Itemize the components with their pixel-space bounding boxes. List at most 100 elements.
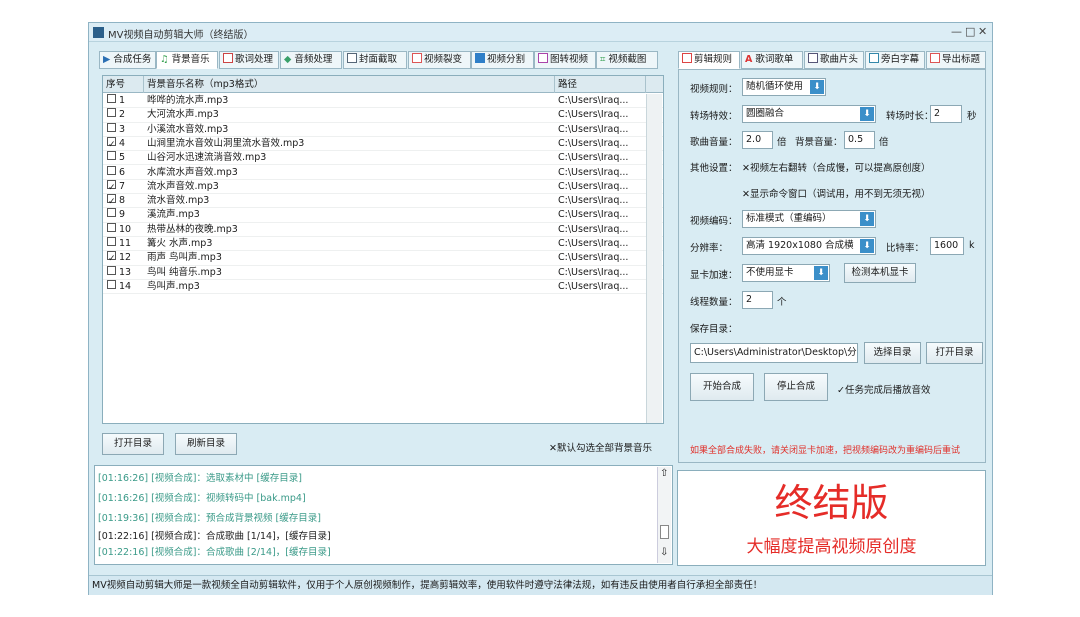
refresh-dir-button[interactable]: 刷新目录	[175, 433, 237, 455]
choose-dir-button[interactable]: 选择目录	[864, 342, 921, 364]
app-window: MV视频自动剪辑大师（终结版） — □ ✕ ▶ 合成任务 ♫ 背景音乐 歌词处理…	[88, 22, 993, 595]
row-checkbox[interactable]: ✓	[107, 251, 116, 264]
tab-fission[interactable]: 视频裂变	[408, 51, 471, 69]
table-row[interactable]: 11 篝火 水声.mp3 C:\Users\Iraq...	[103, 237, 663, 252]
gpu-label: 显卡加速：	[690, 270, 738, 281]
lyrics-icon	[223, 53, 233, 63]
table-row[interactable]: ✓ 12 雨声 鸟叫声.mp3 C:\Users\Iraq...	[103, 251, 663, 266]
close-button[interactable]: ✕	[978, 25, 987, 38]
table-header: 序号 背景音乐名称（mp3格式） 路径	[103, 76, 663, 93]
row-path: C:\Users\Iraq...	[558, 223, 629, 235]
table-row[interactable]: 5 山谷河水迅速流淌音效.mp3 C:\Users\Iraq...	[103, 151, 663, 166]
table-row[interactable]: 1 哗哗的流水声.mp3 C:\Users\Iraq...	[103, 94, 663, 109]
table-row[interactable]: ✓ 7 流水声音效.mp3 C:\Users\Iraq...	[103, 179, 663, 195]
song-volume-input[interactable]: 2.0	[742, 131, 773, 149]
row-name: 大河流水声.mp3	[147, 109, 219, 121]
resolution-select[interactable]: 高清 1920x1080 合成横 ⬇	[742, 237, 876, 255]
transition-label: 转场特效：	[690, 111, 738, 122]
tab-lyrics-list[interactable]: A 歌词歌单	[741, 51, 803, 69]
app-icon	[93, 27, 104, 38]
tab-screenshot[interactable]: ⌗ 视频截图	[596, 51, 658, 69]
dropdown-arrow-icon[interactable]: ⬇	[810, 80, 824, 94]
header-index[interactable]: 序号	[103, 76, 144, 93]
tab-split[interactable]: 视频分割	[471, 51, 534, 69]
table-row[interactable]: 6 水库流水声音效.mp3 C:\Users\Iraq...	[103, 165, 663, 180]
log-scrollbar[interactable]: ⇧ ⇩	[657, 467, 671, 563]
rules-icon	[682, 53, 692, 63]
header-name[interactable]: 背景音乐名称（mp3格式）	[144, 76, 555, 93]
tab-song-intro[interactable]: 歌曲片头	[804, 51, 864, 69]
row-checkbox[interactable]	[107, 108, 116, 118]
rule-select[interactable]: 随机循环使用 ⬇	[742, 78, 826, 96]
table-row[interactable]: 2 大河流水声.mp3 C:\Users\Iraq...	[103, 108, 663, 123]
stop-compose-button[interactable]: 停止合成	[764, 373, 828, 401]
table-row[interactable]: ✓ 4 山涧里流水音效山洞里流水音效.mp3 C:\Users\Iraq...	[103, 136, 663, 152]
table-row[interactable]: 3 小溪流水音效.mp3 C:\Users\Iraq...	[103, 122, 663, 137]
transition-duration-input[interactable]: 2	[930, 105, 962, 123]
maximize-button[interactable]: □	[965, 25, 975, 38]
dropdown-arrow-icon[interactable]: ⬇	[814, 266, 828, 280]
row-checkbox[interactable]	[107, 279, 116, 289]
table-row[interactable]: 10 热带丛林的夜晚.mp3 C:\Users\Iraq...	[103, 222, 663, 237]
row-checkbox[interactable]: ✓	[107, 194, 116, 207]
table-row[interactable]: 9 溪流声.mp3 C:\Users\Iraq...	[103, 208, 663, 223]
row-index: 12	[119, 252, 132, 264]
scroll-thumb[interactable]	[660, 525, 669, 539]
gpu-select[interactable]: 不使用显卡 ⬇	[742, 264, 830, 282]
header-path[interactable]: 路径	[555, 76, 646, 93]
tab-export-title[interactable]: 导出标题	[926, 51, 986, 69]
scroll-down-icon[interactable]: ⇩	[660, 547, 668, 558]
table-row[interactable]: 13 鸟叫 纯音乐.mp3 C:\Users\Iraq...	[103, 265, 663, 280]
codec-select[interactable]: 标准模式（重编码） ⬇	[742, 210, 876, 228]
tab-audio[interactable]: ◆ 音频处理	[280, 51, 342, 69]
tab-narration[interactable]: 旁白字幕	[865, 51, 925, 69]
row-checkbox[interactable]: ✓	[107, 136, 116, 150]
row-checkbox[interactable]	[107, 151, 116, 161]
scroll-up-icon[interactable]: ⇧	[660, 468, 668, 479]
row-checkbox[interactable]: ✓	[107, 179, 116, 193]
tab-label: 合成任务	[113, 54, 152, 65]
row-path: C:\Users\Iraq...	[558, 109, 629, 121]
table-row[interactable]: 14 鸟叫声.mp3 C:\Users\Iraq...	[103, 279, 663, 295]
row-checkbox[interactable]	[107, 265, 116, 275]
tab-image-to-video[interactable]: 图转视频	[534, 51, 596, 69]
tab-compose-task[interactable]: ▶ 合成任务	[99, 51, 156, 69]
dropdown-arrow-icon[interactable]: ⬇	[860, 212, 874, 226]
tab-bgm[interactable]: ♫ 背景音乐	[156, 51, 218, 69]
bitrate-input[interactable]: 1600	[930, 237, 964, 255]
start-compose-button[interactable]: 开始合成	[690, 373, 754, 401]
detect-gpu-button[interactable]: 检测本机显卡	[844, 263, 916, 283]
row-checkbox[interactable]	[107, 222, 116, 232]
minimize-button[interactable]: —	[951, 25, 962, 38]
finish-sound-checkbox[interactable]: ✓任务完成后播放音效	[837, 382, 930, 396]
tab-edit-rules[interactable]: 剪辑规则	[678, 51, 740, 69]
row-checkbox[interactable]	[107, 208, 116, 218]
row-name: 山谷河水迅速流淌音效.mp3	[147, 152, 267, 164]
open-dir-button[interactable]: 打开目录	[102, 433, 164, 455]
seconds-unit: 秒	[967, 111, 977, 122]
open-save-dir-button[interactable]: 打开目录	[926, 342, 983, 364]
tab-lyrics[interactable]: 歌词处理	[219, 51, 279, 69]
flip-checkbox[interactable]: ✕视频左右翻转（合成慢，可以提高原创度）	[742, 160, 930, 174]
image-icon	[347, 53, 357, 63]
row-path: C:\Users\Iraq...	[558, 152, 629, 164]
transition-select[interactable]: 圆圈融合 ⬇	[742, 105, 876, 123]
row-index: 8	[119, 195, 126, 207]
row-checkbox[interactable]	[107, 94, 116, 103]
console-checkbox[interactable]: ✕显示命令窗口（调试用，用不到无须无视）	[742, 186, 930, 200]
row-index: 5	[119, 152, 126, 164]
row-checkbox[interactable]	[107, 165, 116, 175]
table-row[interactable]: ✓ 8 流水音效.mp3 C:\Users\Iraq...	[103, 194, 663, 209]
dropdown-arrow-icon[interactable]: ⬇	[860, 239, 874, 253]
row-checkbox[interactable]	[107, 122, 116, 132]
save-dir-input[interactable]: C:\Users\Administrator\Desktop\分	[690, 343, 858, 363]
bg-volume-input[interactable]: 0.5	[844, 131, 875, 149]
threads-input[interactable]: 2	[742, 291, 773, 309]
dropdown-arrow-icon[interactable]: ⬇	[860, 107, 874, 121]
table-scrollbar[interactable]	[646, 94, 662, 423]
tab-label: 歌词歌单	[755, 54, 794, 65]
row-checkbox[interactable]	[107, 237, 116, 246]
default-all-bgm-checkbox[interactable]: ✕默认勾选全部背景音乐	[549, 440, 652, 454]
tab-cover[interactable]: 封面截取	[343, 51, 407, 69]
convert-icon	[538, 53, 548, 63]
